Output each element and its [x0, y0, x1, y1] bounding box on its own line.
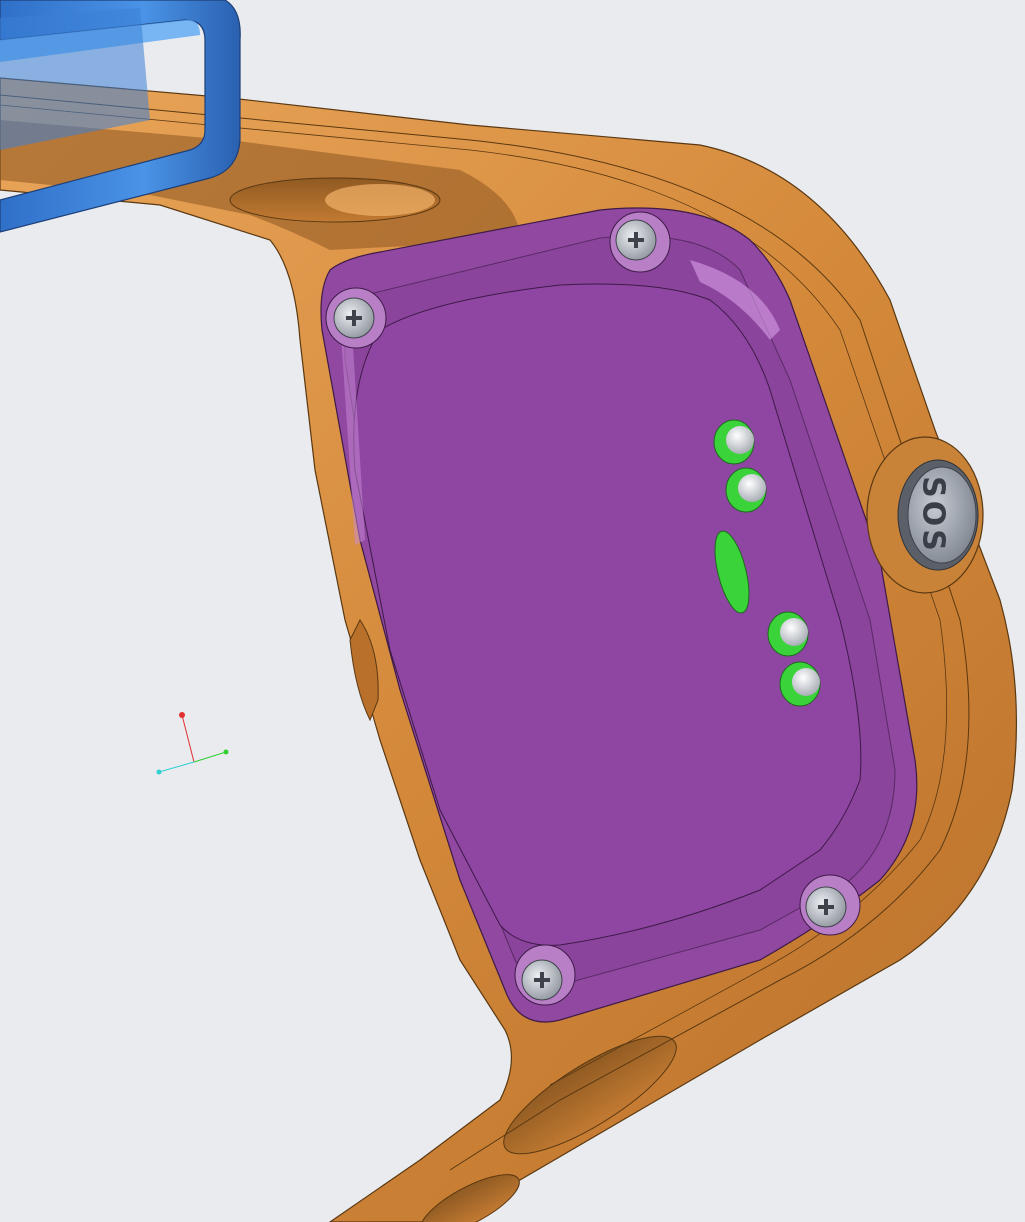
screw-bottom-right	[799, 874, 861, 936]
coordinate-triad	[156, 712, 229, 775]
cad-3d-viewport[interactable]: SOS	[0, 0, 1025, 1222]
contact-pin	[725, 467, 767, 513]
contact-pin	[779, 661, 821, 707]
screw-top	[609, 211, 671, 273]
y-axis	[193, 751, 227, 763]
screw-bottom-left	[514, 944, 576, 1006]
contact-pin	[713, 419, 755, 465]
contact-pin	[767, 611, 809, 657]
z-axis	[158, 761, 195, 773]
sos-button-label: SOS	[916, 476, 951, 554]
x-axis	[181, 714, 195, 763]
sos-button[interactable]: SOS	[866, 436, 984, 594]
screw-top-left	[325, 287, 387, 349]
y-axis-tip	[223, 749, 229, 755]
x-axis-tip	[179, 712, 185, 718]
z-axis-tip	[156, 769, 162, 775]
